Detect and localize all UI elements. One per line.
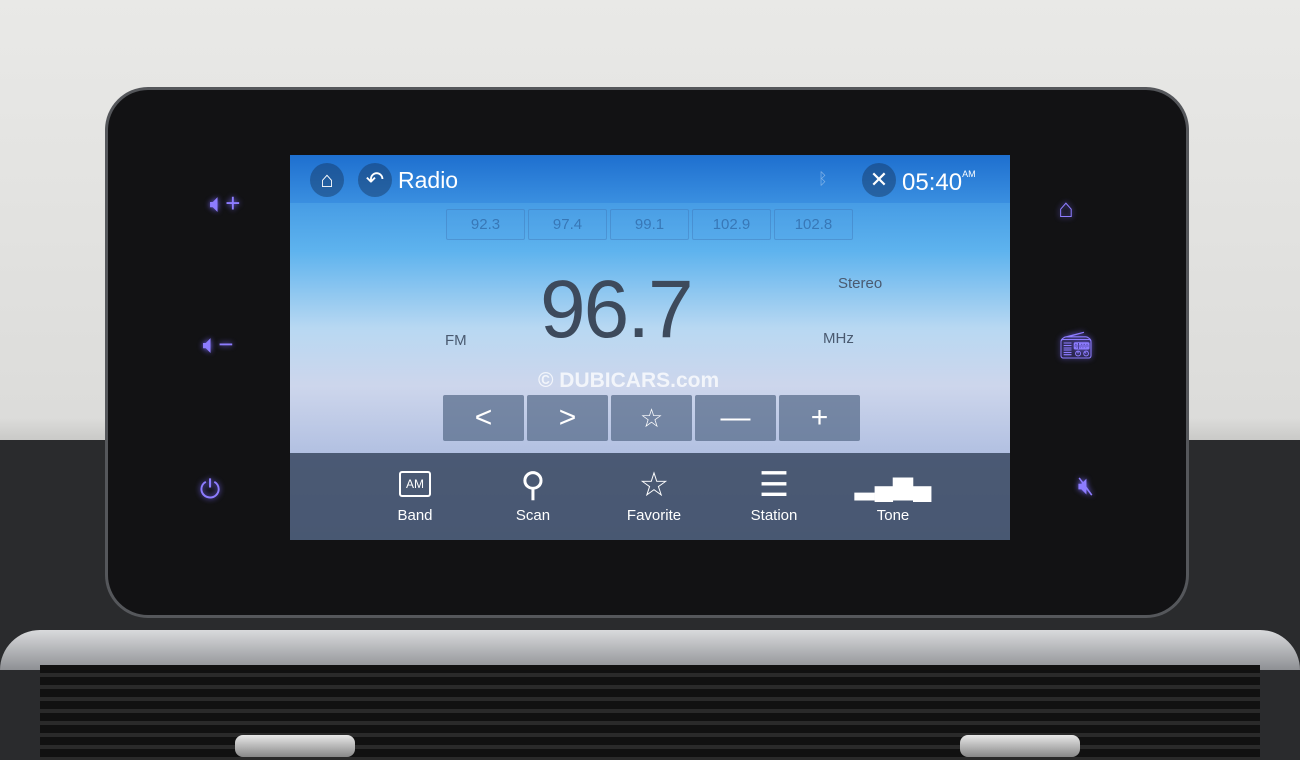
clock-ampm: AM <box>962 169 976 179</box>
search-icon: ⚲ <box>520 466 546 504</box>
power-icon[interactable]: ⏻ <box>190 470 230 510</box>
next-button[interactable]: > <box>527 395 608 441</box>
band-label: FM <box>445 332 467 349</box>
tune-up-button[interactable]: + <box>779 395 860 441</box>
preset-list: 92.3 97.4 99.1 102.9 102.8 <box>446 209 853 240</box>
preset-button[interactable]: 102.8 <box>774 209 853 240</box>
preset-button[interactable]: 99.1 <box>610 209 689 240</box>
bottom-nav: AM Band ⚲ Scan ☆ Favorite ☰ Station ▂▄▆▄ Tone <box>290 453 1010 540</box>
tab-label: Band <box>397 507 433 524</box>
favorite-add-button[interactable]: ☆ <box>611 395 692 441</box>
volume-down-icon[interactable]: 🔈︎− <box>198 325 238 365</box>
am-radio-icon: AM <box>399 463 431 507</box>
tab-label: Scan <box>515 507 551 524</box>
vent-knob-right[interactable] <box>960 735 1080 757</box>
am-icon-text: AM <box>399 471 431 497</box>
unit-label: MHz <box>823 330 854 347</box>
stereo-label: Stereo <box>838 275 883 292</box>
next-icon: > <box>558 401 577 434</box>
bluetooth-icon: ᛒ <box>818 171 828 188</box>
tab-scan[interactable]: ⚲ Scan <box>483 463 583 524</box>
tab-label: Tone <box>876 507 910 524</box>
plus-icon: + <box>810 401 829 434</box>
tuner-controls: < > ☆ — + <box>443 395 860 441</box>
minus-icon: — <box>720 401 751 434</box>
list-icon: ☰ <box>758 466 790 504</box>
tab-label: Station <box>750 507 798 524</box>
back-button[interactable]: ↶ <box>358 163 392 197</box>
preset-button[interactable]: 102.9 <box>692 209 771 240</box>
vent-knob-left[interactable] <box>235 735 355 757</box>
preset-button[interactable]: 97.4 <box>528 209 607 240</box>
dashboard-trim <box>0 630 1300 670</box>
mute-icon[interactable]: 🔇︎ <box>1066 466 1106 506</box>
volume-up-icon[interactable]: 🔈︎+ <box>205 184 245 224</box>
page-title: Radio <box>398 167 459 193</box>
tab-station[interactable]: ☰ Station <box>724 463 824 524</box>
radio-icon[interactable]: 📻︎ <box>1056 325 1096 365</box>
home-icon[interactable]: ⌂ <box>1046 188 1086 228</box>
prev-button[interactable]: < <box>443 395 524 441</box>
tune-down-button[interactable]: — <box>695 395 776 441</box>
preset-button[interactable]: 92.3 <box>446 209 525 240</box>
tab-band[interactable]: AM Band <box>365 463 465 524</box>
star-icon: ☆ <box>638 466 670 504</box>
tab-favorite[interactable]: ☆ Favorite <box>604 463 704 524</box>
tab-tone[interactable]: ▂▄▆▄ Tone <box>843 463 943 524</box>
star-icon: ☆ <box>639 402 664 433</box>
frequency-display: 96.7 <box>540 264 694 355</box>
equalizer-icon: ▂▄▆▄ <box>854 470 932 500</box>
watermark: © DUBICARS.com <box>538 369 720 392</box>
top-bar: ⌂ ↶ Radio ᛒ ✕ 05:40AM <box>290 155 1010 203</box>
clock-time: 05:40 <box>902 169 963 196</box>
close-button[interactable]: ✕ <box>862 163 896 197</box>
home-button[interactable]: ⌂ <box>310 163 344 197</box>
prev-icon: < <box>474 401 493 434</box>
tab-label: Favorite <box>626 507 682 524</box>
clock: 05:40AM <box>902 169 976 197</box>
radio-screen: ⌂ ↶ Radio ᛒ ✕ 05:40AM 92.3 97.4 99.1 102… <box>290 155 1010 540</box>
